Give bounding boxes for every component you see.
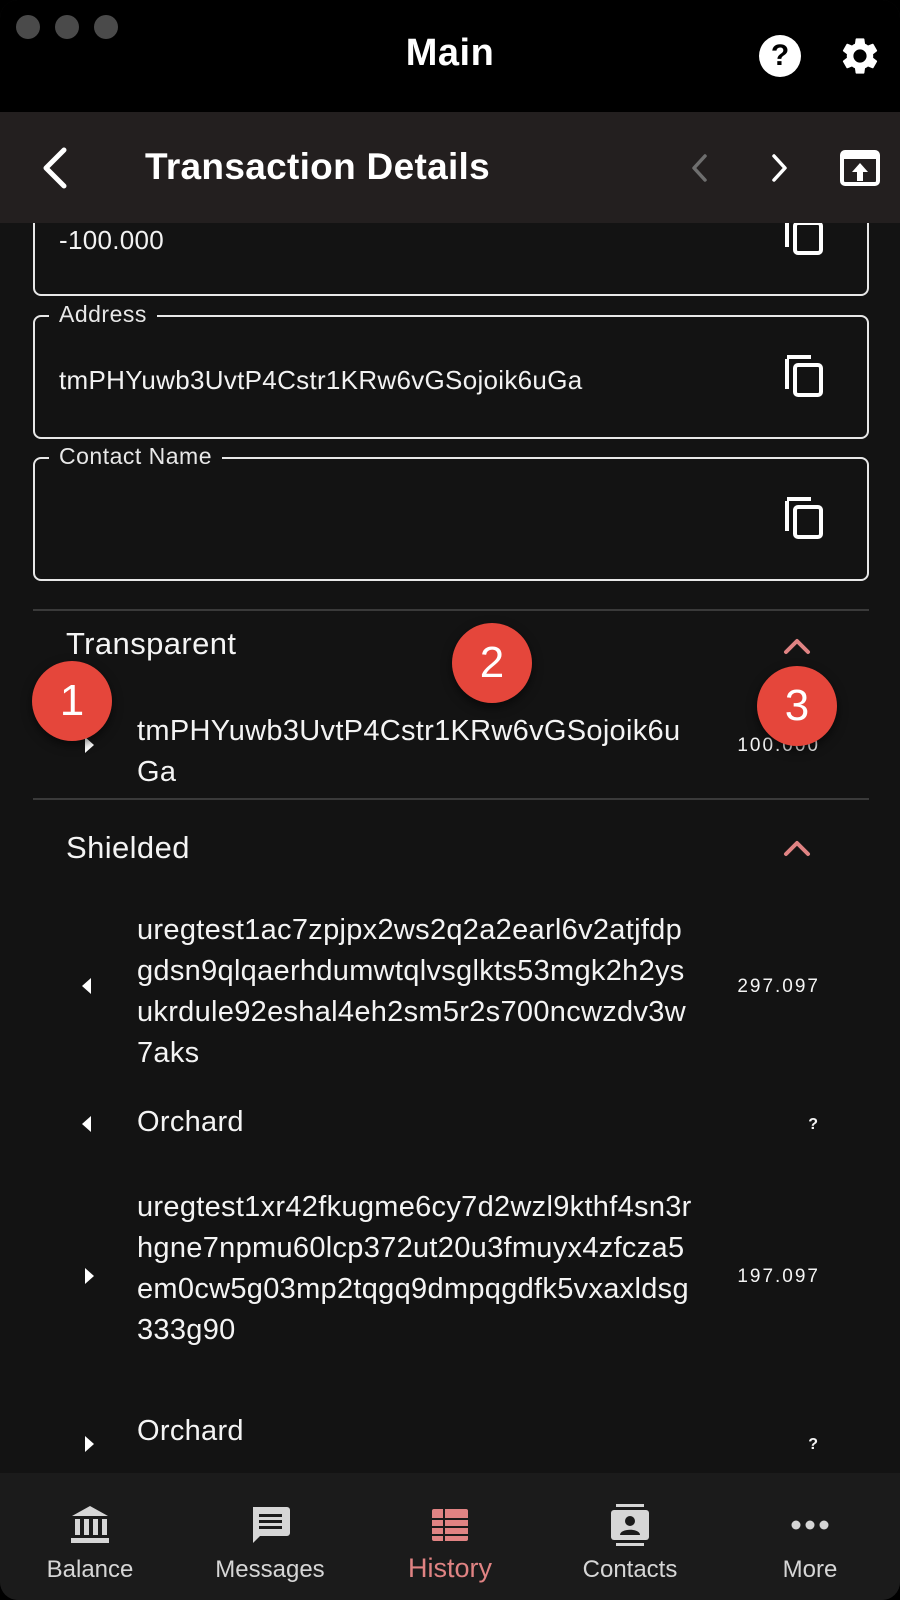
next-transaction-icon[interactable] bbox=[769, 153, 789, 183]
shielded-pool-label: Orchard bbox=[137, 1106, 244, 1138]
nav-more-label: More bbox=[782, 1556, 838, 1583]
page-title: Transaction Details bbox=[145, 146, 490, 187]
shielded-amount: ? bbox=[808, 1116, 818, 1133]
shielded-pool-label: Orchard bbox=[137, 1415, 244, 1447]
copy-icon[interactable] bbox=[783, 223, 825, 257]
title-bar: Main ? bbox=[0, 0, 900, 112]
bank-icon bbox=[71, 1506, 109, 1543]
caret-right-icon[interactable] bbox=[82, 1266, 96, 1286]
copy-icon[interactable] bbox=[783, 353, 825, 399]
message-icon bbox=[253, 1507, 290, 1543]
address-field: Address tmPHYuwb3UvtP4Cstr1KRw6vGSojoik6… bbox=[33, 301, 869, 439]
caret-left-icon[interactable] bbox=[80, 1114, 94, 1134]
shielded-address: uregtest1ac7zpjpx2ws2q2a2earl6v2atjfdpgd… bbox=[137, 914, 686, 1069]
nav-messages-label: Messages bbox=[215, 1556, 325, 1583]
amount-field: -100.000 bbox=[33, 223, 869, 296]
nav-messages[interactable]: Messages bbox=[180, 1473, 360, 1600]
app-window: Main ? Transaction Details -100.000 Addr… bbox=[0, 0, 900, 1600]
shielded-amount: ? bbox=[808, 1436, 818, 1453]
nav-contacts[interactable]: Contacts bbox=[540, 1473, 720, 1600]
caret-right-icon[interactable] bbox=[82, 1434, 96, 1454]
gear-icon[interactable] bbox=[838, 34, 882, 78]
amount-value: -100.000 bbox=[59, 225, 165, 255]
nav-balance[interactable]: Balance bbox=[0, 1473, 180, 1600]
shielded-address: uregtest1xr42fkugme6cy7d2wzl9kthf4sn3rhg… bbox=[137, 1191, 692, 1346]
contact-name-field: Contact Name bbox=[33, 443, 869, 581]
chevron-up-icon[interactable] bbox=[783, 839, 811, 857]
caret-left-icon[interactable] bbox=[80, 976, 94, 996]
divider bbox=[33, 798, 869, 800]
nav-history-label: History bbox=[407, 1553, 492, 1583]
nav-contacts-label: Contacts bbox=[582, 1556, 678, 1583]
bottom-navigation: Balance Messages History Contacts More bbox=[0, 1473, 900, 1600]
shielded-section-title[interactable]: Shielded bbox=[66, 830, 190, 866]
divider bbox=[33, 609, 869, 611]
nav-balance-label: Balance bbox=[46, 1556, 134, 1583]
copy-icon[interactable] bbox=[783, 495, 825, 541]
shielded-amount: 297.097 bbox=[737, 976, 820, 997]
shielded-amount: 197.097 bbox=[737, 1266, 820, 1287]
nav-more[interactable]: More bbox=[720, 1473, 900, 1600]
badge-2: 2 bbox=[452, 623, 532, 703]
transparent-address: tmPHYuwb3UvtP4Cstr1KRw6vGSojoik6uGa bbox=[137, 715, 681, 788]
history-icon bbox=[432, 1509, 468, 1541]
contacts-icon bbox=[611, 1504, 649, 1546]
transaction-details-content: -100.000 Address tmPHYuwb3UvtP4Cstr1KRw6… bbox=[0, 223, 900, 1473]
contact-name-label: Contact Name bbox=[49, 443, 223, 470]
back-arrow-icon[interactable] bbox=[40, 146, 70, 190]
badge-1: 1 bbox=[32, 661, 112, 741]
more-icon bbox=[791, 1520, 829, 1530]
address-label: Address bbox=[49, 301, 157, 328]
previous-transaction-icon[interactable] bbox=[690, 153, 710, 183]
help-icon[interactable]: ? bbox=[759, 35, 801, 77]
open-in-browser-icon[interactable] bbox=[840, 150, 880, 186]
chevron-up-icon[interactable] bbox=[783, 637, 811, 655]
badge-3: 3 bbox=[757, 666, 837, 746]
transparent-section-title[interactable]: Transparent bbox=[66, 626, 236, 662]
nav-history[interactable]: History bbox=[360, 1473, 540, 1600]
address-value: tmPHYuwb3UvtP4Cstr1KRw6vGSojoik6uGa bbox=[59, 365, 583, 395]
